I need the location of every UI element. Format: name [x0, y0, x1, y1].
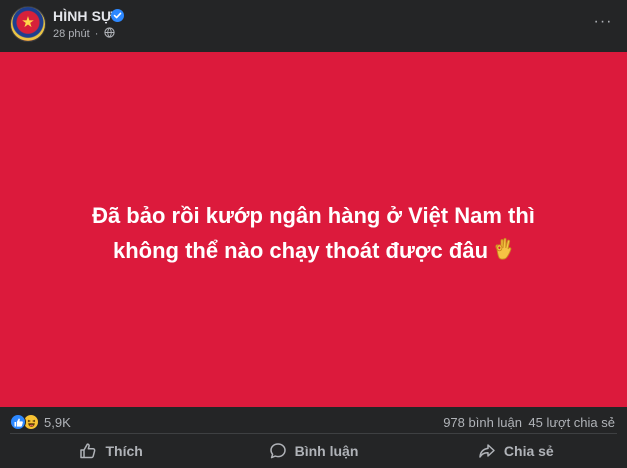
avatar[interactable]: ★	[10, 6, 46, 42]
post-text-line-2-content: không thể nào chạy thoát được đâu	[112, 238, 489, 263]
post-text-line-2: không thể nào chạy thoát được đâu	[0, 233, 627, 268]
ok-hand-icon	[495, 237, 512, 260]
like-button[interactable]: Thích	[10, 434, 212, 468]
share-icon	[479, 444, 495, 458]
comment-icon	[269, 443, 286, 459]
post-header: ★ HÌNH SỰ 28 phút · ···	[0, 0, 627, 52]
globe-icon	[103, 27, 115, 38]
post-text-line-1: Đã bảo rồi kướp ngân hàng ở Việt Nam thì	[92, 203, 535, 228]
comment-button[interactable]: Bình luận	[212, 434, 414, 468]
share-button[interactable]: Chia sẻ	[415, 434, 617, 468]
post-meta: 28 phút ·	[53, 27, 115, 40]
post-time[interactable]: 28 phút	[53, 28, 90, 40]
comment-label: Bình luận	[294, 443, 359, 459]
post-text: Đã bảo rồi kướp ngân hàng ở Việt Nam thì…	[0, 198, 627, 268]
share-count[interactable]: 45 lượt chia sẻ	[528, 415, 615, 430]
comment-count[interactable]: 978 bình luận	[443, 415, 522, 430]
share-label: Chia sẻ	[503, 443, 554, 459]
thumbs-up-icon	[80, 443, 96, 459]
reaction-count[interactable]: 5,9K	[44, 415, 71, 430]
more-options-button[interactable]: ···	[592, 12, 614, 34]
like-reaction-icon[interactable]	[10, 414, 26, 430]
meta-separator: ·	[94, 28, 99, 40]
post-text-card: Đã bảo rồi kướp ngân hàng ở Việt Nam thì…	[0, 52, 627, 407]
star-icon: ★	[21, 14, 35, 31]
like-label: Thích	[105, 443, 143, 459]
post-action-bar: Thích Bình luận Chia sẻ	[10, 433, 617, 468]
page-name[interactable]: HÌNH SỰ	[53, 8, 113, 24]
verified-badge-icon	[111, 9, 124, 22]
facebook-post: ★ HÌNH SỰ 28 phút · ··· Đã bảo rồi kướp …	[0, 0, 627, 468]
